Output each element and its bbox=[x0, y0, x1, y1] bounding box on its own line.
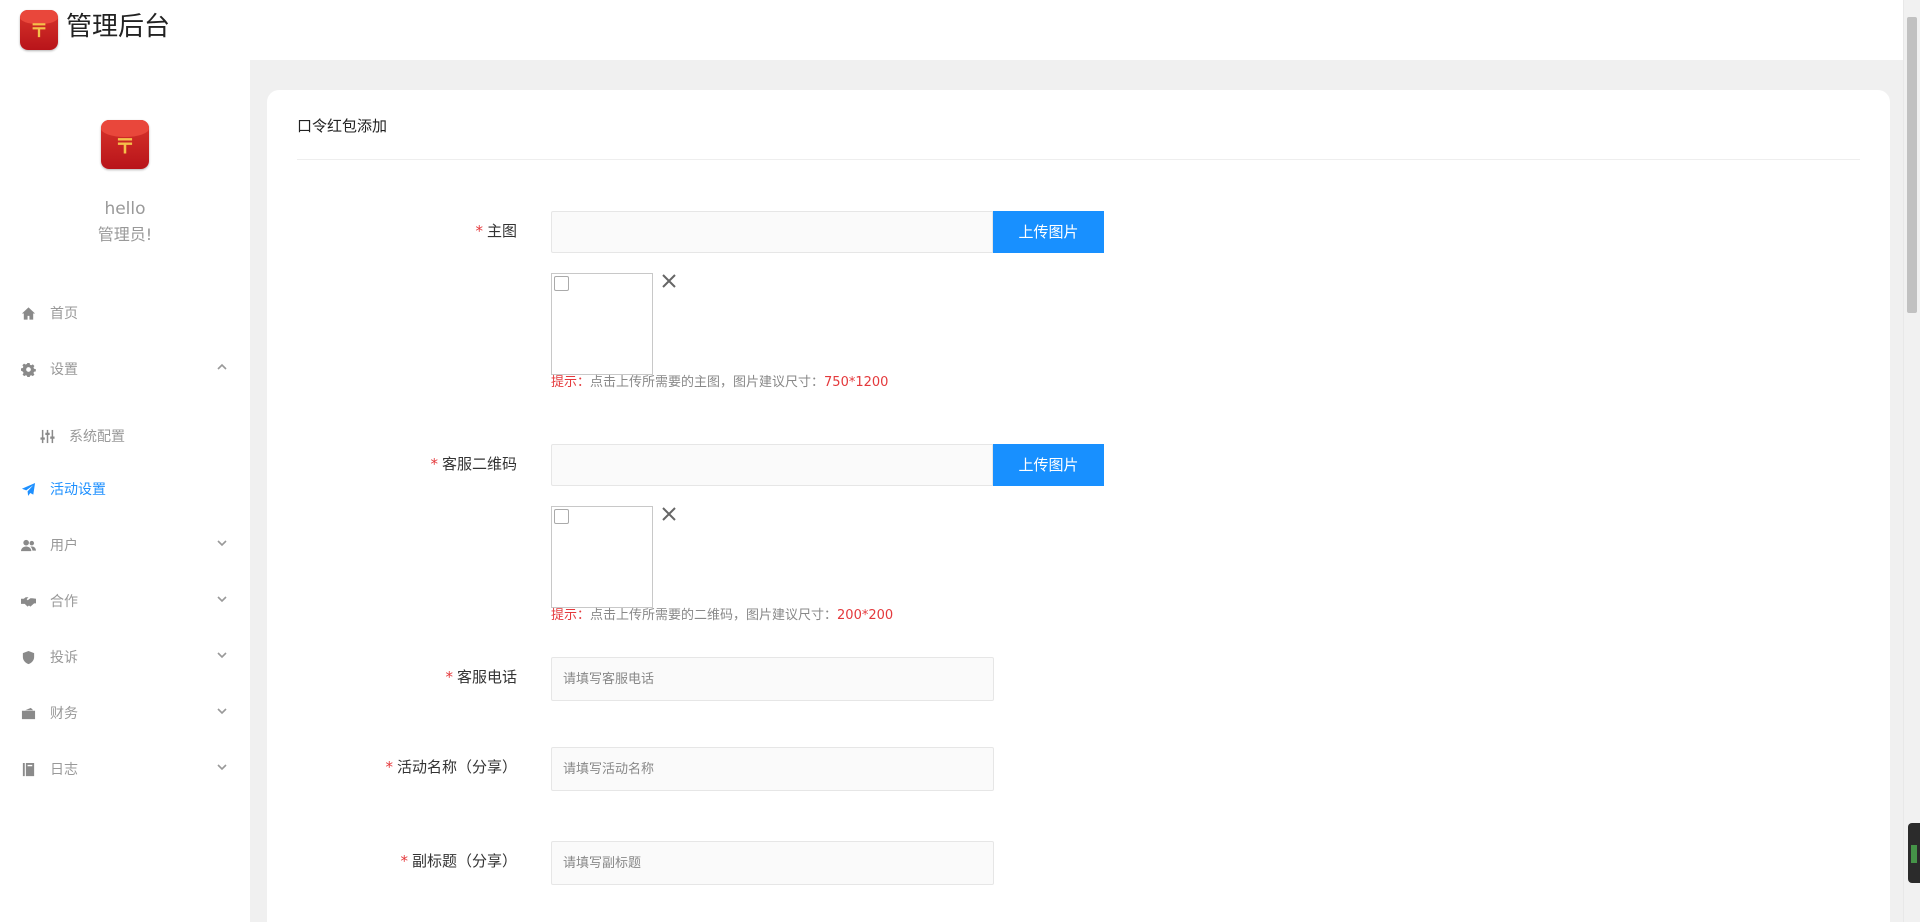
handshake-icon bbox=[20, 593, 36, 609]
top-header: 〒 管理后台 bbox=[0, 0, 1903, 60]
sidebar-item-activity-settings[interactable]: 活动设置 bbox=[0, 469, 250, 509]
label-text: 副标题（分享） bbox=[411, 852, 517, 870]
main-image-path-field[interactable] bbox=[551, 211, 993, 253]
sidebar-item-label: 首页 bbox=[50, 306, 78, 322]
shield-icon bbox=[20, 649, 36, 665]
label-text: 客服二维码 bbox=[441, 455, 517, 473]
sidebar-item-cooperation[interactable]: 合作 bbox=[0, 581, 250, 621]
avatar-glyph: 〒 bbox=[115, 134, 135, 158]
hint-size: 750*1200 bbox=[824, 375, 889, 390]
required-mark: * bbox=[475, 222, 483, 240]
profile-role: 管理员! bbox=[97, 225, 153, 244]
form-card: 口令红包添加 * 主图 上传图片 提示：点击上传所需要的主图，图片建议尺寸：750… bbox=[267, 90, 1890, 922]
users-icon bbox=[20, 537, 36, 553]
sidebar-item-users[interactable]: 用户 bbox=[0, 525, 250, 565]
avatar: 〒 bbox=[101, 120, 149, 169]
qr-code-hint: 提示：点击上传所需要的二维码，图片建议尺寸：200*200 bbox=[551, 607, 893, 625]
home-icon bbox=[20, 305, 36, 321]
hint-text: 点击上传所需要的主图，图片建议尺寸： bbox=[590, 375, 825, 390]
required-mark: * bbox=[445, 668, 453, 686]
chevron-down-icon bbox=[216, 761, 230, 775]
qr-code-preview bbox=[551, 506, 653, 608]
activity-name-label: * 活动名称（分享） bbox=[267, 757, 517, 777]
main-image-label: * 主图 bbox=[267, 221, 517, 241]
chevron-down-icon bbox=[216, 705, 230, 719]
qr-code-label: * 客服二维码 bbox=[267, 454, 517, 474]
activity-name-input[interactable] bbox=[551, 747, 994, 791]
sidebar-item-label: 日志 bbox=[50, 762, 78, 778]
page-scrollbar[interactable] bbox=[1903, 0, 1920, 922]
sidebar-item-label: 系统配置 bbox=[69, 429, 125, 445]
app-logo-icon: 〒 bbox=[20, 10, 58, 50]
sidebar-item-label: 合作 bbox=[50, 594, 78, 610]
qr-code-remove-icon[interactable] bbox=[660, 505, 678, 523]
hint-prefix: 提示： bbox=[551, 375, 591, 390]
main-image-remove-icon[interactable] bbox=[660, 272, 678, 290]
sidebar: 〒 hello 管理员! 首页 设置 系统配置 活动设置 用户 合作 投诉 财务… bbox=[0, 60, 250, 922]
chevron-up-icon bbox=[216, 361, 230, 375]
hint-prefix: 提示： bbox=[551, 608, 591, 623]
chevron-down-icon bbox=[216, 537, 230, 551]
hint-size: 200*200 bbox=[837, 608, 894, 623]
required-mark: * bbox=[430, 455, 438, 473]
broken-image-icon bbox=[554, 276, 569, 291]
sidebar-item-finance[interactable]: 财务 bbox=[0, 693, 250, 733]
hint-text: 点击上传所需要的二维码，图片建议尺寸： bbox=[590, 608, 838, 623]
phone-label: * 客服电话 bbox=[267, 667, 517, 687]
subtitle-label: * 副标题（分享） bbox=[267, 851, 517, 871]
broken-image-icon bbox=[554, 509, 569, 524]
sidebar-item-label: 用户 bbox=[50, 538, 78, 554]
side-widget[interactable] bbox=[1908, 823, 1920, 883]
chevron-down-icon bbox=[216, 593, 230, 607]
sidebar-item-label: 投诉 bbox=[50, 650, 78, 666]
sidebar-item-label: 设置 bbox=[50, 362, 78, 378]
app-title: 管理后台 bbox=[66, 12, 171, 42]
qr-code-path-field[interactable] bbox=[551, 444, 993, 486]
sidebar-item-complaints[interactable]: 投诉 bbox=[0, 637, 250, 677]
required-mark: * bbox=[400, 852, 408, 870]
chevron-down-icon bbox=[216, 649, 230, 663]
sliders-icon bbox=[39, 428, 55, 444]
sidebar-item-settings[interactable]: 设置 bbox=[0, 349, 250, 389]
label-text: 主图 bbox=[486, 222, 517, 240]
gear-icon bbox=[20, 361, 36, 377]
sidebar-item-label: 活动设置 bbox=[50, 482, 106, 498]
sidebar-item-home[interactable]: 首页 bbox=[0, 293, 250, 333]
required-mark: * bbox=[385, 758, 393, 776]
phone-input[interactable] bbox=[551, 657, 994, 701]
main-image-upload-button[interactable]: 上传图片 bbox=[993, 211, 1104, 253]
scrollbar-thumb[interactable] bbox=[1907, 17, 1917, 313]
paper-plane-icon bbox=[20, 481, 36, 497]
main-image-preview bbox=[551, 273, 653, 375]
page-title: 口令红包添加 bbox=[297, 117, 388, 135]
logo-glyph: 〒 bbox=[30, 21, 48, 42]
sidebar-item-system-config[interactable]: 系统配置 bbox=[0, 416, 250, 456]
wallet-icon bbox=[20, 705, 36, 721]
label-text: 客服电话 bbox=[456, 668, 517, 686]
subtitle-input[interactable] bbox=[551, 841, 994, 885]
label-text: 活动名称（分享） bbox=[396, 758, 517, 776]
qr-code-upload-button[interactable]: 上传图片 bbox=[993, 444, 1104, 486]
sidebar-item-logs[interactable]: 日志 bbox=[0, 749, 250, 789]
main-image-hint: 提示：点击上传所需要的主图，图片建议尺寸：750*1200 bbox=[551, 374, 888, 392]
profile-greeting: hello bbox=[104, 199, 146, 219]
title-divider bbox=[297, 159, 1860, 160]
sidebar-item-label: 财务 bbox=[50, 706, 78, 722]
book-icon bbox=[20, 761, 36, 777]
